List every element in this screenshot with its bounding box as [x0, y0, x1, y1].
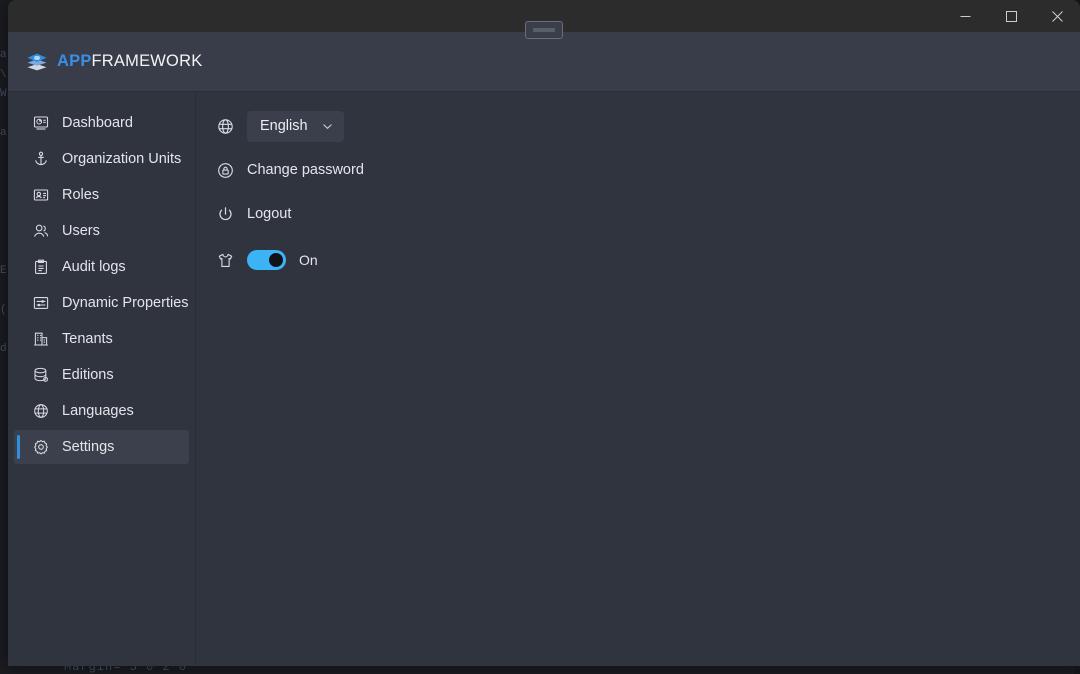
app-logo[interactable]: </> APPFRAMEWORK	[26, 51, 202, 73]
sidebar-item-label: Tenants	[62, 330, 113, 347]
sidebar-item-tenants[interactable]: Tenants	[14, 322, 189, 356]
chevron-down-icon	[322, 123, 332, 129]
sidebar-item-users[interactable]: Users	[14, 214, 189, 248]
sidebar-item-label: Audit logs	[62, 258, 126, 275]
theme-toggle-state-label: On	[299, 252, 318, 268]
maximize-button[interactable]	[988, 0, 1034, 32]
app-body: Dashboard Organization Units Roles Users…	[8, 92, 1080, 666]
window-drag-handle[interactable]	[525, 21, 563, 39]
brand-framework: FRAMEWORK	[91, 52, 203, 70]
id-card-icon	[32, 187, 49, 204]
sidebar-item-label: Editions	[62, 366, 114, 383]
sidebar-item-organization-units[interactable]: Organization Units	[14, 142, 189, 176]
anchor-icon	[32, 151, 49, 168]
change-password-label: Change password	[247, 161, 364, 178]
sidebar-item-label: Languages	[62, 402, 134, 419]
sidebar-item-label: Settings	[62, 438, 115, 455]
gear-icon	[32, 439, 49, 456]
database-icon	[32, 367, 49, 384]
sidebar-navigation: Dashboard Organization Units Roles Users…	[8, 92, 196, 666]
theme-toggle-row: On	[208, 242, 1080, 278]
sidebar-item-editions[interactable]: Editions	[14, 358, 189, 392]
users-icon	[32, 223, 49, 240]
sliders-icon	[32, 295, 49, 312]
close-button[interactable]	[1034, 0, 1080, 32]
building-icon	[32, 331, 49, 348]
dashboard-icon	[32, 115, 49, 132]
brand-app: APP	[57, 52, 92, 70]
change-password-row[interactable]: Change password	[208, 152, 1080, 188]
logout-label: Logout	[247, 205, 292, 222]
sidebar-item-label: Users	[62, 222, 100, 239]
theme-toggle[interactable]	[247, 250, 286, 270]
app-brand-text: APPFRAMEWORK	[57, 52, 202, 71]
sidebar-item-label: Dynamic Properties	[62, 294, 189, 311]
sidebar-item-dashboard[interactable]: Dashboard	[14, 106, 189, 140]
sidebar-item-label: Roles	[62, 186, 100, 203]
drag-handle-bar	[533, 28, 555, 32]
sidebar-item-languages[interactable]: Languages	[14, 394, 189, 428]
language-selected-value: English	[260, 118, 308, 134]
theme-toggle-knob	[269, 253, 283, 267]
power-icon	[216, 205, 234, 223]
sidebar-item-settings[interactable]: Settings	[14, 430, 189, 464]
layers-icon: </>	[27, 53, 47, 70]
clipboard-icon	[32, 259, 49, 276]
settings-content: English Change password Logout On	[196, 92, 1080, 666]
sidebar-item-label: Dashboard	[62, 114, 133, 131]
globe-icon	[32, 403, 49, 420]
app-header: </> APPFRAMEWORK	[8, 32, 1080, 92]
minimize-icon	[960, 15, 970, 17]
sidebar-item-roles[interactable]: Roles	[14, 178, 189, 212]
close-icon	[1051, 10, 1063, 22]
tshirt-icon	[216, 251, 234, 269]
logout-row[interactable]: Logout	[208, 196, 1080, 232]
sidebar-item-label: Organization Units	[62, 150, 182, 167]
sidebar-item-dynamic-properties[interactable]: Dynamic Properties	[14, 286, 189, 320]
lock-circle-icon	[216, 161, 234, 179]
language-select[interactable]: English	[247, 110, 344, 142]
language-row: English	[208, 108, 1080, 144]
app-window: </> APPFRAMEWORK Dashboard Organization …	[8, 0, 1080, 666]
globe-icon	[216, 117, 234, 135]
minimize-button[interactable]	[942, 0, 988, 32]
sidebar-item-audit-logs[interactable]: Audit logs	[14, 250, 189, 284]
svg-text:</>: </>	[35, 55, 40, 59]
maximize-icon	[1005, 10, 1017, 22]
